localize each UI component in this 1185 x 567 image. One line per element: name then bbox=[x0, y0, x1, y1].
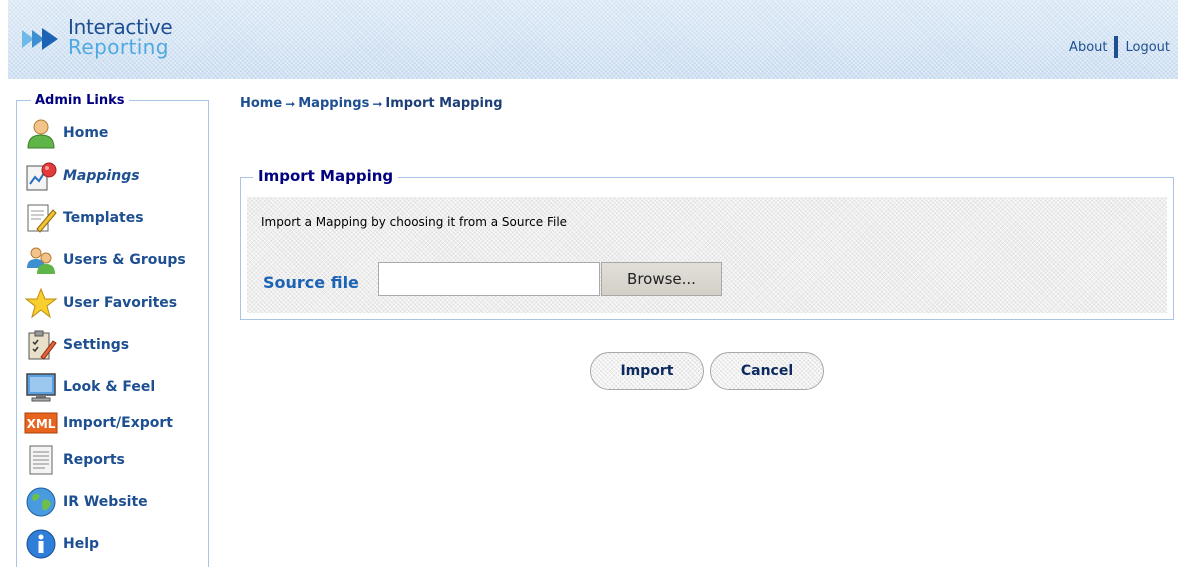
import-mapping-panel: Import Mapping Import a Mapping by choos… bbox=[240, 167, 1174, 320]
sidebar-item-label: IR Website bbox=[63, 494, 148, 510]
top-links: About Logout bbox=[1069, 36, 1170, 58]
sidebar-item-label: Users & Groups bbox=[63, 252, 186, 268]
sidebar-item-label: Mappings bbox=[63, 168, 140, 184]
source-file-label: Source file bbox=[263, 273, 359, 292]
star-icon bbox=[23, 285, 59, 321]
sidebar-item-mappings[interactable]: Mappings bbox=[23, 158, 213, 194]
sidebar-item-help[interactable]: Help bbox=[23, 526, 213, 562]
source-file-input[interactable] bbox=[378, 262, 600, 296]
template-icon bbox=[23, 200, 59, 236]
breadcrumb-current: Import Mapping bbox=[385, 96, 503, 111]
panel-body: Import a Mapping by choosing it from a S… bbox=[247, 197, 1167, 313]
user-icon bbox=[23, 115, 59, 151]
xml-icon: XML bbox=[23, 405, 59, 441]
admin-links-sidebar: Admin Links Home Mappings Templates User… bbox=[16, 93, 209, 567]
breadcrumb: Home ➞ Mappings ➞ Import Mapping bbox=[240, 96, 503, 111]
breadcrumb-home-link[interactable]: Home bbox=[240, 96, 282, 111]
monitor-icon bbox=[23, 369, 59, 405]
sidebar-item-label: Settings bbox=[63, 337, 130, 353]
users-groups-icon bbox=[23, 242, 59, 278]
breadcrumb-arrow-icon: ➞ bbox=[372, 96, 383, 111]
sidebar-item-templates[interactable]: Templates bbox=[23, 200, 213, 236]
sidebar-item-look-feel[interactable]: Look & Feel bbox=[23, 369, 213, 405]
app-logo[interactable]: Interactive Reporting bbox=[20, 14, 190, 64]
cancel-button[interactable]: Cancel bbox=[710, 352, 824, 390]
settings-clipboard-icon bbox=[23, 327, 59, 363]
sidebar-item-import-export[interactable]: XML Import/Export bbox=[23, 405, 213, 441]
panel-title: Import Mapping bbox=[253, 167, 399, 185]
logout-link[interactable]: Logout bbox=[1125, 40, 1170, 55]
sidebar-item-label: Import/Export bbox=[63, 415, 173, 431]
svg-text:XML: XML bbox=[27, 417, 56, 431]
browse-button[interactable]: Browse... bbox=[601, 262, 722, 296]
globe-icon bbox=[23, 484, 59, 520]
logo-arrows-icon bbox=[22, 28, 58, 50]
import-button[interactable]: Import bbox=[590, 352, 704, 390]
sidebar-item-label: Help bbox=[63, 536, 100, 552]
sidebar-item-label: Templates bbox=[63, 210, 144, 226]
sidebar-item-label: User Favorites bbox=[63, 295, 178, 311]
about-link[interactable]: About bbox=[1069, 40, 1107, 55]
breadcrumb-mappings-link[interactable]: Mappings bbox=[298, 96, 369, 111]
logo-text-line2: Reporting bbox=[68, 35, 169, 59]
sidebar-item-ir-website[interactable]: IR Website bbox=[23, 484, 213, 520]
info-icon bbox=[23, 526, 59, 562]
sidebar-title: Admin Links bbox=[31, 93, 129, 108]
sidebar-item-label: Look & Feel bbox=[63, 379, 156, 395]
sidebar-item-user-favorites[interactable]: User Favorites bbox=[23, 285, 213, 321]
mappings-icon bbox=[23, 158, 59, 194]
sidebar-item-home[interactable]: Home bbox=[23, 115, 213, 151]
sidebar-item-settings[interactable]: Settings bbox=[23, 327, 213, 363]
panel-description: Import a Mapping by choosing it from a S… bbox=[261, 215, 568, 229]
sidebar-item-reports[interactable]: Reports bbox=[23, 442, 213, 478]
breadcrumb-arrow-icon: ➞ bbox=[285, 96, 296, 111]
link-separator bbox=[1114, 36, 1119, 58]
sidebar-item-label: Home bbox=[63, 125, 109, 141]
header-bar: Interactive Reporting About Logout bbox=[8, 0, 1178, 79]
report-document-icon bbox=[23, 442, 59, 478]
sidebar-item-users-groups[interactable]: Users & Groups bbox=[23, 242, 213, 278]
sidebar-item-label: Reports bbox=[63, 452, 125, 468]
